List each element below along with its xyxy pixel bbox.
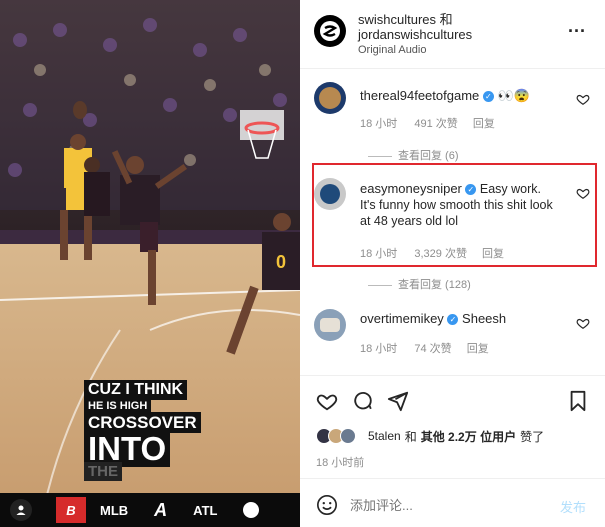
comment-input-bar: 发布 — [300, 483, 605, 527]
comment-time[interactable]: 18 小时 — [360, 343, 397, 355]
post-coauthor-line[interactable]: jordanswishcultures — [358, 27, 472, 42]
divider — [300, 478, 605, 479]
comment-username[interactable]: overtimemikey — [360, 311, 444, 326]
verified-badge-icon: ✓ — [482, 91, 494, 103]
post-comment-button[interactable]: 发布 — [560, 497, 586, 516]
likes-suffix: 赞了 — [520, 429, 545, 444]
avatar[interactable] — [314, 309, 346, 341]
view-replies-button[interactable]: 查看回复 (6) — [368, 147, 459, 163]
comment-likes[interactable]: 491 次赞 — [414, 118, 457, 130]
view-replies-label: 查看回复 (128) — [398, 279, 471, 291]
more-options-icon[interactable]: ... — [568, 16, 586, 37]
likes-and: 和 — [404, 429, 417, 444]
audio-label[interactable]: Original Audio — [358, 43, 472, 58]
share-send-icon[interactable] — [387, 390, 409, 412]
post-video[interactable]: 0 CUZ I THINK HE IS HIGH CROSSOVER INTO … — [0, 0, 300, 527]
braves-logo-icon: A — [154, 499, 168, 520]
divider — [300, 375, 605, 376]
avatar[interactable] — [314, 82, 346, 114]
caption-line: CUZ I THINK — [84, 380, 188, 400]
comment-item: overtimemikey ✓ Sheesh 18 小时 74 次赞 回复 — [300, 305, 605, 355]
comment-input[interactable] — [350, 494, 540, 516]
comment-bubble-icon[interactable] — [352, 390, 374, 412]
post-header: swishcultures 和 jordanswishcultures Orig… — [314, 12, 594, 58]
like-heart-icon[interactable] — [576, 316, 590, 330]
like-heart-icon[interactable] — [576, 92, 590, 106]
team-logo-icon: B — [56, 497, 86, 523]
likes-count[interactable]: 其他 2.2万 位用户 — [421, 428, 516, 445]
liker-username[interactable]: 5talen — [368, 429, 401, 443]
view-replies-label: 查看回复 (6) — [398, 150, 459, 162]
post-time[interactable]: 18 小时前 — [316, 454, 364, 470]
emoji-icon[interactable] — [316, 494, 338, 516]
scoreboard-bar: B MLB A ATL — [0, 493, 300, 527]
reply-button[interactable]: 回复 — [473, 118, 495, 130]
reply-button[interactable]: 回复 — [467, 343, 489, 355]
comment-text: 👀😨 — [497, 88, 530, 103]
divider — [300, 68, 605, 69]
liker-avatars[interactable] — [316, 428, 360, 444]
comment-likes[interactable]: 74 次赞 — [414, 343, 451, 355]
comment-text: Sheesh — [462, 311, 507, 326]
svg-text:0: 0 — [276, 252, 286, 272]
league-label: MLB — [100, 502, 129, 518]
team-abbr: ATL — [193, 502, 218, 518]
save-bookmark-icon[interactable] — [568, 390, 588, 412]
caption-line: THE — [84, 462, 122, 481]
like-heart-icon[interactable] — [316, 390, 338, 412]
user-profile-icon[interactable] — [10, 499, 32, 521]
likes-summary: 5talen 和 其他 2.2万 位用户 赞了 — [316, 428, 544, 444]
post-author-line[interactable]: swishcultures 和 — [358, 12, 472, 27]
swish-logo-icon — [320, 21, 340, 41]
avatar[interactable] — [314, 15, 346, 47]
verified-badge-icon: ✓ — [447, 314, 459, 326]
comment-time[interactable]: 18 小时 — [360, 118, 397, 130]
comment-item: thereal94feetofgame ✓ 👀😨 18 小时 491 次赞 回复… — [300, 80, 605, 163]
view-replies-button[interactable]: 查看回复 (128) — [368, 276, 471, 292]
team-logo-icon — [243, 502, 260, 518]
comment-username[interactable]: thereal94feetofgame — [360, 88, 479, 103]
highlight-box — [312, 163, 597, 267]
